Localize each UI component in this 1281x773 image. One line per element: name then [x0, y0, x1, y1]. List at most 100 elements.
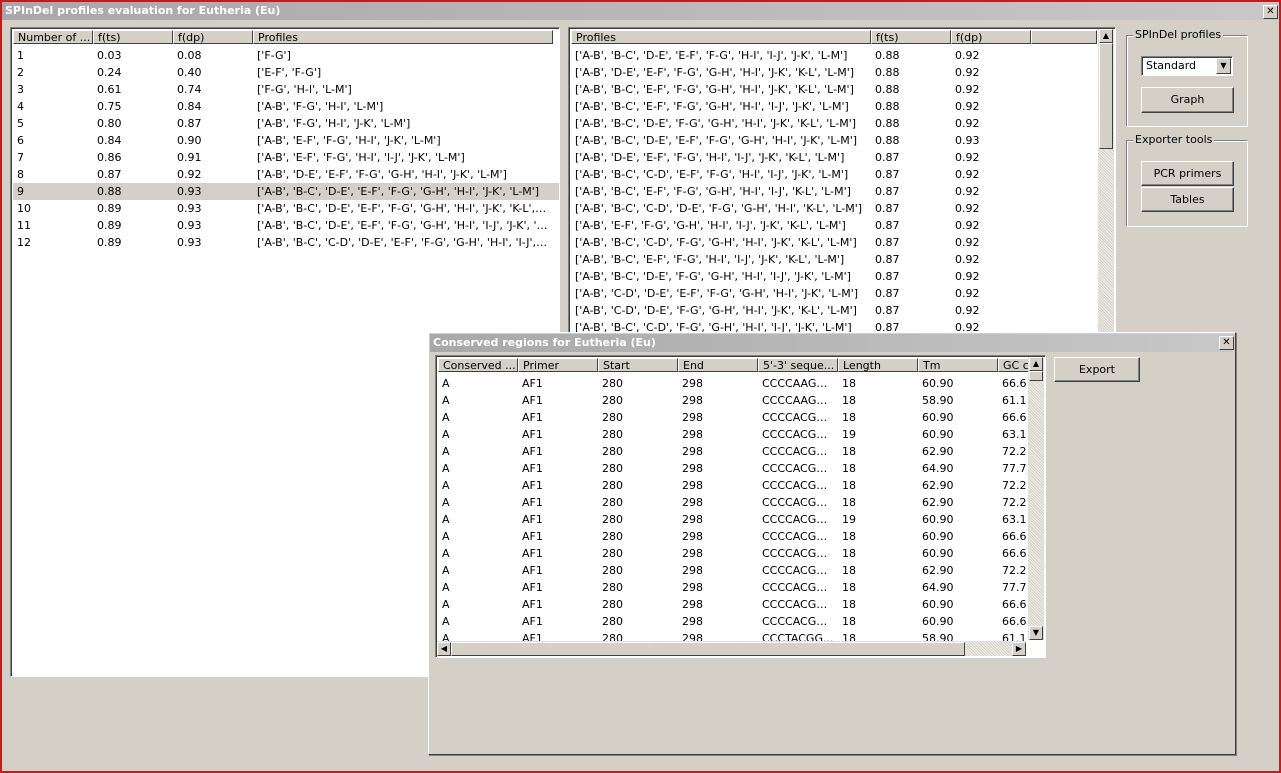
table-row[interactable]: ['A-B', 'D-E', 'E-F', 'F-G', 'H-I', 'I-J…	[571, 149, 1097, 166]
table-row[interactable]: ['A-B', 'B-C', 'C-D', 'F-G', 'G-H', 'H-I…	[571, 234, 1097, 251]
table-row[interactable]: A AF1 280 298 CCCCACGG... 19 60.90 63.16	[438, 426, 1027, 443]
scroll-down-icon[interactable]: ▼	[1029, 626, 1043, 640]
graph-button[interactable]: Graph	[1141, 87, 1234, 113]
table-row[interactable]: ['A-B', 'B-C', 'D-E', 'F-G', 'G-H', 'H-I…	[571, 115, 1097, 132]
scrollbar-thumb[interactable]	[1029, 371, 1043, 381]
table-row[interactable]: ['A-B', 'B-C', 'E-F', 'F-G', 'G-H', 'H-I…	[571, 98, 1097, 115]
col-header-conserved[interactable]: Conserved ...	[438, 358, 518, 372]
table-row[interactable]: ['A-B', 'B-C', 'C-D', 'E-F', 'F-G', 'H-I…	[571, 166, 1097, 183]
group-label: SPInDel profiles	[1133, 28, 1224, 41]
col-header-profiles[interactable]: Profiles	[253, 30, 553, 44]
col-header-start[interactable]: Start	[598, 358, 678, 372]
table-cell: 298	[682, 479, 703, 492]
table-row[interactable]: ['A-B', 'C-D', 'D-E', 'F-G', 'G-H', 'H-I…	[571, 302, 1097, 319]
table-row[interactable]: A AF1 280 298 CCCTACGG... 18 58.90 61.11	[438, 630, 1027, 641]
vertical-scrollbar[interactable]: ▲	[1098, 29, 1114, 332]
table-row[interactable]: A AF1 280 298 CCCCACGG... 19 60.90 63.16	[438, 511, 1027, 528]
table-cell: 0.87	[875, 219, 900, 232]
col-header-fts[interactable]: f(ts)	[871, 30, 951, 44]
table-row[interactable]: 1 0.03 0.08 ['F-G']	[13, 47, 559, 64]
table-row[interactable]: 2 0.24 0.40 ['E-F', 'F-G']	[13, 64, 559, 81]
table-cell: 6	[17, 134, 24, 147]
table-cell: ['F-G', 'H-I', 'L-M']	[257, 83, 352, 96]
table-row[interactable]: A AF1 280 298 CCCCAAGG... 18 58.90 61.11	[438, 392, 1027, 409]
table-row[interactable]: A AF1 280 298 CCCCACGG... 18 60.90 66.67	[438, 596, 1027, 613]
table-row[interactable]: 9 0.88 0.93 ['A-B', 'B-C', 'D-E', 'E-F', 'F…	[13, 183, 559, 200]
table-row[interactable]: A AF1 280 298 CCCCACGG... 18 62.90 72.22	[438, 477, 1027, 494]
close-icon[interactable]: ✕	[1263, 5, 1278, 19]
pcr-primers-button[interactable]: PCR primers	[1141, 161, 1234, 186]
title-bar: SPInDel profiles evaluation for Eutheria…	[2, 2, 1279, 20]
scroll-right-icon[interactable]: ▶	[1012, 642, 1026, 656]
table-row[interactable]: ['A-B', 'C-D', 'D-E', 'E-F', 'F-G', 'G-H…	[571, 285, 1097, 302]
scroll-up-icon[interactable]: ▲	[1099, 29, 1113, 43]
table-row[interactable]: A AF1 280 298 CCCCACGG... 18 60.90 66.67	[438, 545, 1027, 562]
horizontal-scrollbar[interactable]: ◀ ▶	[437, 641, 1026, 656]
table-cell: 280	[602, 445, 623, 458]
table-cell: ['A-B', 'B-C', 'E-F', 'F-G', 'G-H', 'H-I…	[575, 185, 851, 198]
conserved-regions-table[interactable]: Conserved ... Primer Start End 5'-3' seq…	[435, 355, 1046, 658]
col-header-length[interactable]: Length	[838, 358, 918, 372]
table-row[interactable]: 7 0.86 0.91 ['A-B', 'E-F', 'F-G', 'H-I', 'I…	[13, 149, 559, 166]
col-header-fdp[interactable]: f(dp)	[951, 30, 1031, 44]
table-row[interactable]: A AF1 280 298 CCCCACGG... 18 60.90 66.67	[438, 409, 1027, 426]
table-row[interactable]: 10 0.89 0.93 ['A-B', 'B-C', 'D-E', 'E-F', '…	[13, 200, 559, 217]
profile-type-select[interactable]: Standard ▼	[1141, 56, 1233, 76]
table-row[interactable]: ['A-B', 'B-C', 'E-F', 'F-G', 'G-H', 'H-I…	[571, 183, 1097, 200]
table-cell: 66.67	[1002, 547, 1027, 560]
profiles-table[interactable]: Profiles f(ts) f(dp) ['A-B', 'B-C', 'D-E…	[568, 27, 1116, 334]
col-header-empty[interactable]	[1031, 30, 1097, 44]
table-row[interactable]: 8 0.87 0.92 ['A-B', 'D-E', 'E-F', 'F-G', 'G…	[13, 166, 559, 183]
table-row[interactable]: A AF1 280 298 CCCCACGG... 18 60.90 66.67	[438, 528, 1027, 545]
table-body: A AF1 280 298 CCCCAAGG... 18 60.90 66.67 A AF1 280…	[438, 375, 1027, 641]
table-cell: 0.93	[177, 185, 202, 198]
chevron-down-icon[interactable]: ▼	[1216, 58, 1231, 74]
table-row[interactable]: ['A-B', 'B-C', 'D-E', 'E-F', 'F-G', 'G-H…	[571, 132, 1097, 149]
table-row[interactable]: ['A-B', 'D-E', 'E-F', 'F-G', 'G-H', 'H-I…	[571, 64, 1097, 81]
table-cell: 0.61	[97, 83, 122, 96]
table-cell: 0.92	[955, 83, 980, 96]
table-row[interactable]: ['A-B', 'B-C', 'E-F', 'F-G', 'H-I', 'I-J…	[571, 251, 1097, 268]
scroll-up-icon[interactable]: ▲	[1029, 357, 1043, 371]
table-row[interactable]: 6 0.84 0.90 ['A-B', 'E-F', 'F-G', 'H-I', 'J…	[13, 132, 559, 149]
col-header-sequence[interactable]: 5'-3' seque...	[758, 358, 838, 372]
table-row[interactable]: A AF1 280 298 CCCCAAGG... 18 60.90 66.67	[438, 375, 1027, 392]
table-row[interactable]: ['A-B', 'E-F', 'F-G', 'G-H', 'H-I', 'I-J…	[571, 217, 1097, 234]
table-cell: A	[442, 377, 450, 390]
table-cell: 280	[602, 496, 623, 509]
table-cell: 12	[17, 236, 31, 249]
table-row[interactable]: 3 0.61 0.74 ['F-G', 'H-I', 'L-M']	[13, 81, 559, 98]
table-cell: 18	[842, 615, 856, 628]
col-header-end[interactable]: End	[678, 358, 758, 372]
table-row[interactable]: ['A-B', 'B-C', 'C-D', 'D-E', 'F-G', 'G-H…	[571, 200, 1097, 217]
table-row[interactable]: 5 0.80 0.87 ['A-B', 'F-G', 'H-I', 'J-K', 'L…	[13, 115, 559, 132]
col-header-profiles[interactable]: Profiles	[571, 30, 871, 44]
scrollbar-thumb[interactable]	[451, 642, 965, 656]
tables-button[interactable]: Tables	[1141, 187, 1234, 212]
table-cell: 0.88	[875, 83, 900, 96]
col-header-tm[interactable]: Tm	[918, 358, 998, 372]
table-cell: 72.22	[1002, 445, 1027, 458]
col-header-primer[interactable]: Primer	[518, 358, 598, 372]
table-row[interactable]: A AF1 280 298 CCCCACGG... 18 64.90 77.78	[438, 579, 1027, 596]
table-row[interactable]: A AF1 280 298 CCCCACGG... 18 62.90 72.22	[438, 562, 1027, 579]
table-row[interactable]: A AF1 280 298 CCCCACGG... 18 60.90 66.67	[438, 613, 1027, 630]
scroll-left-icon[interactable]: ◀	[437, 642, 451, 656]
table-row[interactable]: ['A-B', 'B-C', 'D-E', 'F-G', 'G-H', 'H-I…	[571, 268, 1097, 285]
table-row[interactable]: 11 0.89 0.93 ['A-B', 'B-C', 'D-E', 'E-F', '…	[13, 217, 559, 234]
col-header-fdp[interactable]: f(dp)	[173, 30, 253, 44]
vertical-scrollbar[interactable]: ▲ ▼	[1028, 357, 1044, 640]
table-row[interactable]: A AF1 280 298 CCCCACGG... 18 62.90 72.22	[438, 494, 1027, 511]
table-row[interactable]: 12 0.89 0.93 ['A-B', 'B-C', 'C-D', 'D-E', '…	[13, 234, 559, 251]
col-header-fts[interactable]: f(ts)	[93, 30, 173, 44]
table-row[interactable]: 4 0.75 0.84 ['A-B', 'F-G', 'H-I', 'L-M']	[13, 98, 559, 115]
table-row[interactable]: ['A-B', 'B-C', 'E-F', 'F-G', 'G-H', 'H-I…	[571, 81, 1097, 98]
table-row[interactable]: A AF1 280 298 CCCCACGG... 18 62.90 72.22	[438, 443, 1027, 460]
col-header-number[interactable]: Number of ...	[13, 30, 93, 44]
table-row[interactable]: ['A-B', 'B-C', 'D-E', 'E-F', 'F-G', 'H-I…	[571, 47, 1097, 64]
export-button[interactable]: Export	[1054, 357, 1140, 382]
table-cell: ['A-B', 'F-G', 'H-I', 'J-K', 'L-M']	[257, 117, 411, 130]
scrollbar-thumb[interactable]	[1099, 43, 1113, 149]
table-row[interactable]: A AF1 280 298 CCCCACGG... 18 64.90 77.78	[438, 460, 1027, 477]
close-icon[interactable]: ✕	[1219, 336, 1234, 350]
